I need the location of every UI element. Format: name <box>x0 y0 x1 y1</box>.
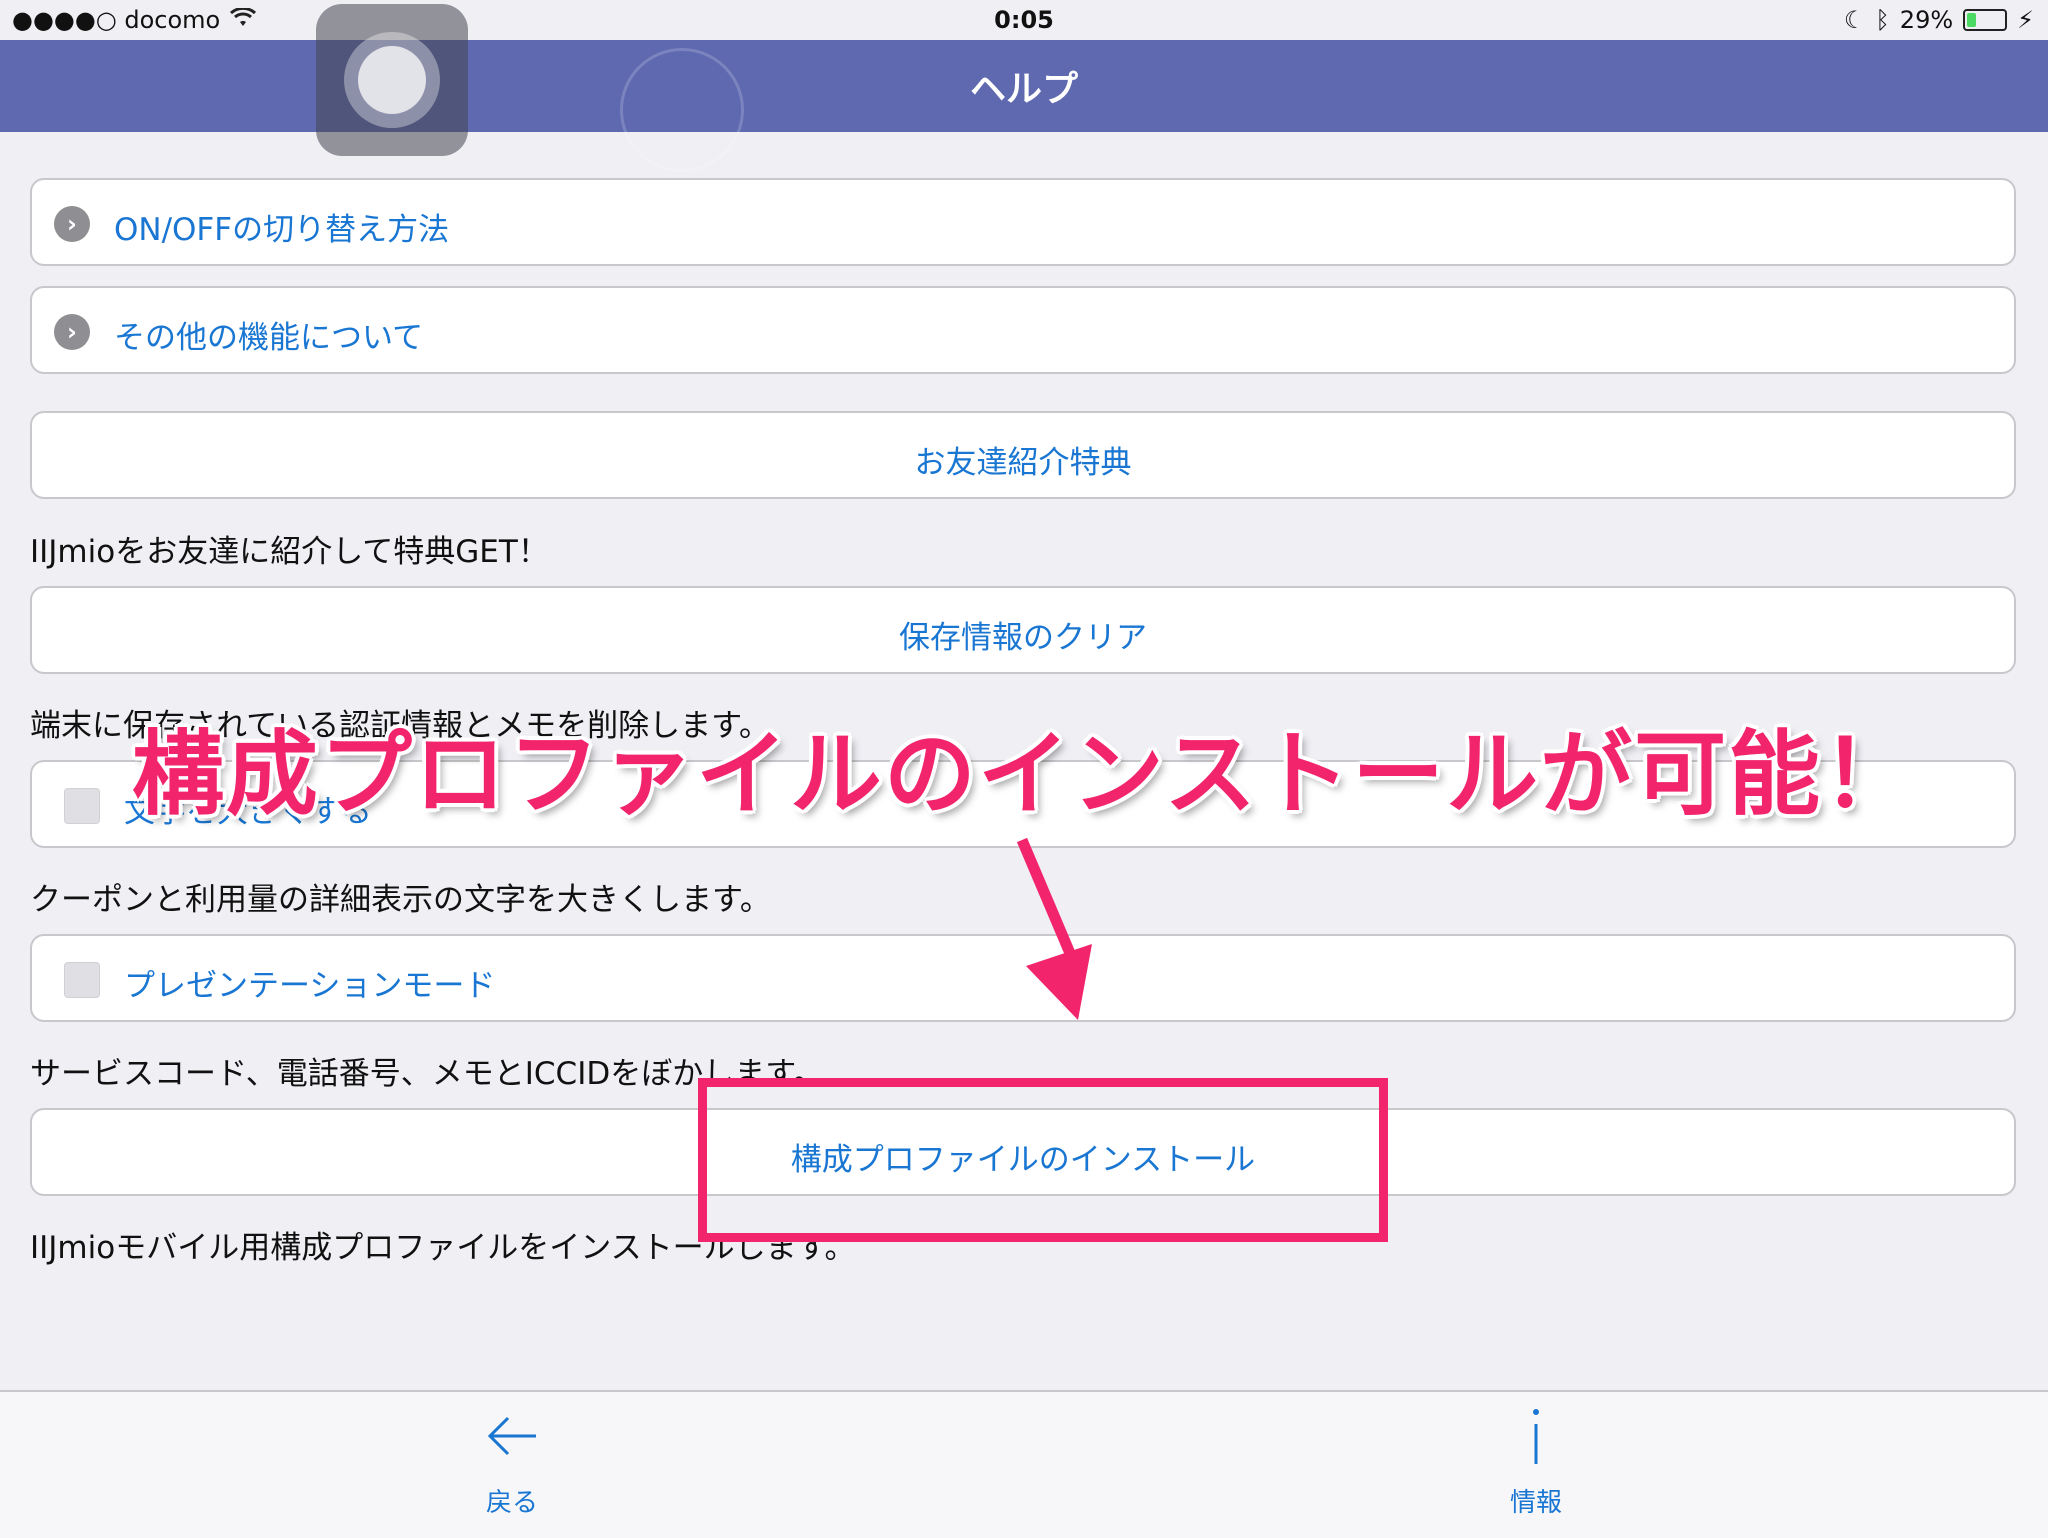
referral-label: お友達紹介特典 <box>914 445 1132 481</box>
tab-info[interactable]: 情報 <box>1466 1406 1606 1519</box>
bluetooth-icon: ᛒ <box>1875 6 1890 34</box>
referral-button[interactable]: お友達紹介特典 <box>30 411 2016 499</box>
clear-data-button[interactable]: 保存情報のクリア <box>30 586 2016 674</box>
back-arrow-icon <box>442 1406 582 1482</box>
chevron-right-icon: › <box>54 314 90 350</box>
moon-icon: ☾ <box>1843 6 1866 34</box>
tab-back-label: 戻る <box>485 1488 538 1518</box>
nav-bar: ヘルプ <box>0 40 2048 172</box>
dpad-icon <box>620 48 744 172</box>
clear-data-label: 保存情報のクリア <box>899 620 1147 656</box>
page-title: ヘルプ <box>969 69 1078 110</box>
tab-info-label: 情報 <box>1509 1488 1562 1518</box>
onoff-help-button[interactable]: › ON/OFFの切り替え方法 <box>30 178 2016 266</box>
large-text-description: クーポンと利用量の詳細表示の文字を大きくします。 <box>30 882 771 918</box>
checkbox[interactable] <box>64 962 100 998</box>
status-bar: ●●●●○ docomo 0:05 ☾ ᛒ 29% ⚡ <box>0 0 2048 40</box>
onoff-help-label: ON/OFFの切り替え方法 <box>114 212 450 248</box>
tab-back[interactable]: 戻る <box>442 1406 582 1519</box>
annotation-highlight-box <box>698 1078 1388 1242</box>
info-icon <box>1466 1406 1606 1482</box>
other-features-button[interactable]: › その他の機能について <box>30 286 2016 374</box>
clock: 0:05 <box>994 6 1054 34</box>
presentation-mode-toggle[interactable]: プレゼンテーションモード <box>30 934 2016 1022</box>
referral-description: IIJmioをお友達に紹介して特典GET！ <box>30 534 549 570</box>
annotation-headline: 構成プロファイルのインストールが可能！ <box>131 721 1917 828</box>
assistive-touch-button[interactable] <box>316 4 468 156</box>
tab-bar: 戻る 情報 <box>0 1390 2048 1538</box>
chevron-right-icon: › <box>54 206 90 242</box>
battery-icon <box>1963 9 2008 31</box>
charging-icon: ⚡ <box>2017 6 2034 34</box>
presentation-mode-label: プレゼンテーションモード <box>124 968 496 1004</box>
battery-percent: 29% <box>1899 6 1954 34</box>
other-features-label: その他の機能について <box>114 320 424 356</box>
